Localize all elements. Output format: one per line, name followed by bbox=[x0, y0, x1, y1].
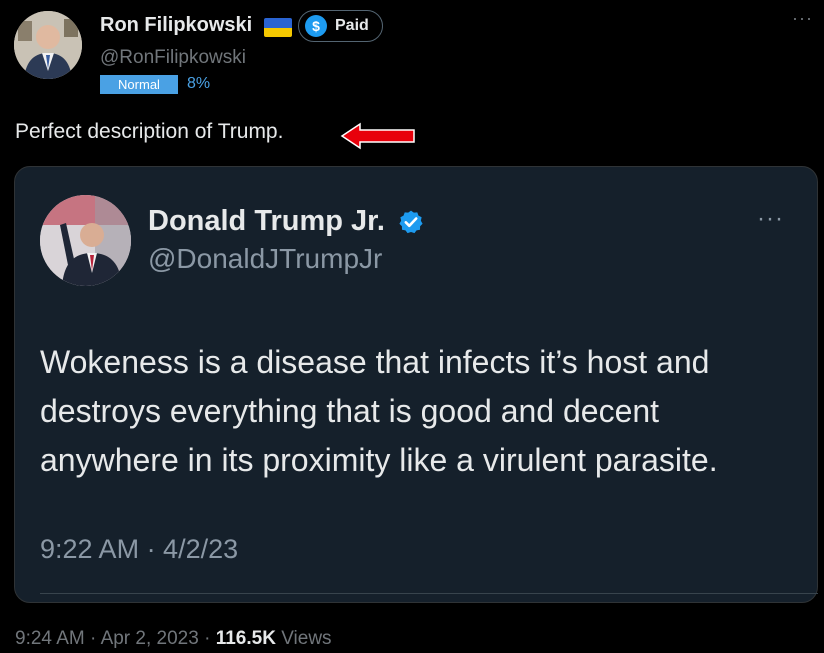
quoted-timestamp[interactable]: 9:22 AM · 4/2/23 bbox=[40, 534, 238, 565]
quoted-author-handle[interactable]: @DonaldJTrumpJr bbox=[148, 243, 382, 275]
quoted-more-options-button[interactable]: ··· bbox=[757, 205, 784, 233]
views-count: 116.5K bbox=[215, 628, 276, 649]
verified-badge-icon bbox=[399, 210, 423, 234]
paid-badge[interactable]: $ Paid bbox=[298, 10, 383, 42]
dollar-icon: $ bbox=[305, 15, 327, 37]
quoted-author-avatar[interactable] bbox=[40, 195, 131, 286]
ukraine-flag-icon bbox=[264, 18, 292, 37]
author-handle[interactable]: @RonFilipkowski bbox=[100, 47, 246, 69]
quoted-author-name[interactable]: Donald Trump Jr. bbox=[148, 205, 385, 238]
post-meta: 9:24 AM · Apr 2, 2023 · 116.5K Views bbox=[15, 628, 332, 650]
separator: · bbox=[84, 628, 101, 649]
author-name[interactable]: Ron Filipkowski bbox=[100, 14, 252, 37]
red-arrow-icon bbox=[340, 122, 415, 150]
separator: · bbox=[198, 628, 216, 649]
quoted-tweet-text: Wokeness is a disease that infects it’s … bbox=[40, 344, 718, 478]
percent-label: 8% bbox=[187, 75, 211, 92]
status-badge: Normal bbox=[100, 75, 178, 94]
more-options-button[interactable]: ··· bbox=[792, 8, 813, 29]
paid-label: Paid bbox=[335, 17, 369, 34]
divider bbox=[40, 593, 818, 594]
post-text: Perfect description of Trump. bbox=[15, 120, 284, 143]
post-date[interactable]: Apr 2, 2023 bbox=[101, 628, 199, 649]
views-label: Views bbox=[275, 628, 332, 649]
post-time[interactable]: 9:24 AM bbox=[15, 628, 85, 649]
author-avatar[interactable] bbox=[14, 11, 82, 79]
